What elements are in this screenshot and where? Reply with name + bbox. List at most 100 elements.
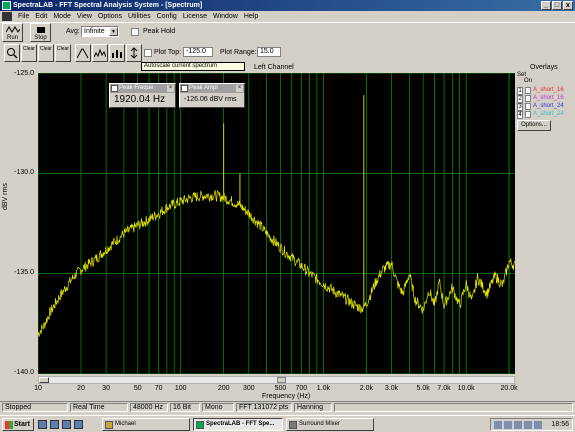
waveform-icon: [6, 26, 20, 33]
overlay-set-1[interactable]: 1: [517, 87, 523, 95]
task-surround-mixer[interactable]: Surround Mixer: [286, 418, 374, 431]
overlay-row-1[interactable]: 1 A_short_16: [517, 87, 575, 95]
bars-button[interactable]: [109, 44, 125, 62]
volume-icon[interactable]: [534, 421, 542, 429]
plot-top-label: Plot Top:: [154, 49, 182, 56]
menu-utilities[interactable]: Utilities: [125, 11, 154, 22]
window-title: SpectraLAB - FFT Spectral Analysis Syste…: [13, 2, 203, 9]
plot-options-checkbox[interactable]: [144, 49, 152, 57]
overlay-on-checkbox-3[interactable]: [525, 103, 531, 110]
peak-hold-checkbox[interactable]: [131, 28, 139, 36]
quicklaunch-app-icon[interactable]: [74, 420, 83, 429]
x-tick-label: 2.0k: [359, 385, 373, 392]
x-tick-label: 1.0k: [316, 385, 331, 392]
spectralab-icon: [196, 421, 204, 429]
tray-icon-4[interactable]: [524, 421, 532, 429]
peak-shape-icon: [76, 48, 89, 59]
peak-frequency-window[interactable]: Peak Freque × 1920.04 Hz: [109, 83, 176, 108]
quicklaunch-media-icon[interactable]: [62, 420, 71, 429]
x-tick-label: 20: [77, 385, 85, 392]
x-tick-label: 5.0k: [416, 385, 430, 392]
task-michael[interactable]: Michael: [102, 418, 190, 431]
x-tick-label: 30: [102, 385, 110, 392]
status-bar: Stopped Real Time 48000 Hz 16 Bit Mono F…: [0, 401, 575, 412]
task-label-1: Michael: [115, 421, 136, 427]
y-axis-title: dBV rms: [2, 183, 9, 210]
spectrum-plot[interactable]: [38, 73, 515, 374]
overlay-name-1: A_short_16: [533, 87, 564, 93]
avg-value: Infinite: [84, 28, 105, 35]
peak-marker-button[interactable]: [75, 44, 91, 62]
plot-top-input[interactable]: -125.0: [183, 47, 213, 57]
stop-button[interactable]: Stop: [30, 23, 51, 42]
avg-label: Avg:: [66, 28, 80, 35]
autoscale-button[interactable]: [126, 44, 142, 62]
overlay-set-4[interactable]: 4: [517, 111, 523, 119]
x-tick-label: 100: [174, 385, 187, 392]
close-button[interactable]: x: [563, 1, 573, 10]
bar-graph-icon: [112, 50, 122, 58]
menu-edit[interactable]: Edit: [32, 11, 50, 22]
overlay-row-3[interactable]: 3 A_short_24: [517, 103, 575, 111]
clear-label-3: Clear: [57, 46, 69, 52]
scrollbar-thumb[interactable]: [39, 377, 49, 383]
clear-label-1: Clear: [23, 46, 35, 52]
menu-view[interactable]: View: [74, 11, 95, 22]
overlay-on-checkbox-1[interactable]: [525, 87, 531, 94]
peak-amplitude-value: -126.06 dBV rms: [180, 93, 244, 107]
y-tick-label: -130.0: [14, 169, 34, 176]
task-spectralab[interactable]: SpectraLAB - FFT Spe...: [193, 418, 283, 431]
plot-range-input[interactable]: 15.0: [257, 47, 281, 57]
menu-license[interactable]: License: [180, 11, 210, 22]
task-label-3: Surround Mixer: [299, 421, 341, 427]
scrollbar-marker[interactable]: [277, 377, 286, 383]
zoom-button[interactable]: [4, 44, 20, 62]
quicklaunch-ie-icon[interactable]: [38, 420, 47, 429]
start-button[interactable]: Start: [2, 418, 34, 431]
clear-button-2[interactable]: Clear: [38, 44, 54, 62]
close-icon[interactable]: ×: [167, 85, 174, 92]
peak-amplitude-window[interactable]: Peak Ampl × -126.06 dBV rms: [179, 83, 245, 108]
overlay-set-3[interactable]: 3: [517, 103, 523, 111]
clear-button-3[interactable]: Clear: [55, 44, 71, 62]
menu-file[interactable]: File: [15, 11, 32, 22]
menu-config[interactable]: Config: [154, 11, 180, 22]
overlay-name-4: A_short_24: [533, 111, 564, 117]
window-titlebar: SpectraLAB - FFT Spectral Analysis Syste…: [0, 0, 575, 11]
chevron-down-icon[interactable]: ▼: [109, 27, 118, 36]
on-column-label: On: [524, 78, 533, 84]
overlay-row-4[interactable]: 4 A_short_24: [517, 111, 575, 119]
status-rate: 48000 Hz: [130, 403, 168, 412]
overlay-options-button[interactable]: Options...: [517, 120, 551, 131]
tray-icon-1[interactable]: [494, 421, 502, 429]
quicklaunch-desktop-icon[interactable]: [50, 420, 59, 429]
window-icon: [181, 85, 188, 92]
run-button[interactable]: Run: [2, 23, 23, 42]
menu-help[interactable]: Help: [241, 11, 261, 22]
overlays-title: Overlays: [530, 64, 558, 71]
tray-icon-3[interactable]: [514, 421, 522, 429]
overlay-on-checkbox-2[interactable]: [525, 95, 531, 102]
stop-icon: [37, 27, 45, 33]
x-tick-label: 70: [154, 385, 163, 392]
run-label: Run: [6, 35, 18, 41]
close-icon[interactable]: ×: [236, 85, 243, 92]
clear-label-2: Clear: [40, 46, 52, 52]
avg-dropdown[interactable]: Infinite ▼: [81, 26, 119, 37]
tray-icon-2[interactable]: [504, 421, 512, 429]
horizontal-scrollbar[interactable]: [38, 376, 515, 384]
menu-window[interactable]: Window: [210, 11, 241, 22]
x-tick-label: 200: [217, 385, 230, 392]
overlay-on-checkbox-4[interactable]: [525, 111, 531, 118]
overlay-set-2[interactable]: 2: [517, 95, 523, 103]
clear-button-1[interactable]: Clear: [21, 44, 37, 62]
status-empty: [334, 403, 573, 412]
menu-mode[interactable]: Mode: [50, 11, 74, 22]
spectrum-shape-button[interactable]: [92, 44, 108, 62]
minimize-button[interactable]: _: [541, 1, 551, 10]
magnifier-icon: [7, 48, 18, 59]
menu-options[interactable]: Options: [95, 11, 125, 22]
maximize-button[interactable]: □: [552, 1, 562, 10]
overlay-row-2[interactable]: 2 A_short_16: [517, 95, 575, 103]
document-icon[interactable]: [2, 12, 12, 21]
